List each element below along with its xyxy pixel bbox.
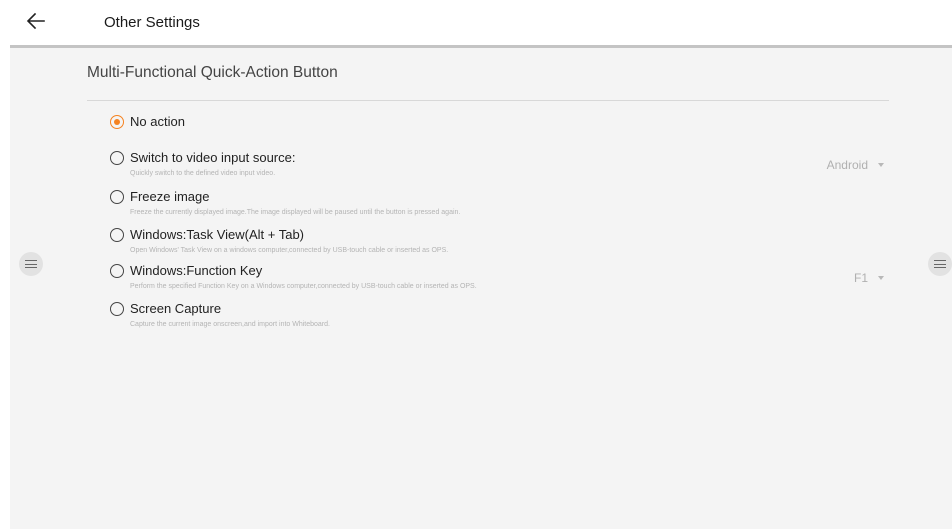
dropdown-value: Android [826,158,868,172]
option-label: Freeze image [130,189,210,204]
radio-screen-capture[interactable] [110,302,124,316]
settings-panel: Multi-Functional Quick-Action Button No … [10,48,952,529]
option-description: Capture the current image onscreen,and i… [130,321,330,328]
option-label: No action [130,114,185,129]
radio-task-view[interactable] [110,228,124,242]
video-source-dropdown[interactable]: Android [788,156,888,174]
arrow-left-icon [26,12,45,30]
function-key-dropdown[interactable]: F1 [808,269,888,287]
option-label: Windows:Task View(Alt + Tab) [130,227,305,242]
option-description: Quickly switch to the defined video inpu… [130,170,276,177]
option-description: Open Windows' Task View on a windows com… [130,247,449,254]
dropdown-value: F1 [853,271,868,285]
section-divider [87,100,889,101]
option-label: Switch to video input source: [130,150,296,165]
page-title: Other Settings [104,14,200,31]
radio-no-action[interactable] [110,115,124,129]
right-menu-handle[interactable] [928,252,952,276]
option-description: Perform the specified Function Key on a … [130,283,477,290]
caret-down-icon [878,163,884,167]
radio-freeze-image[interactable] [110,190,124,204]
menu-lines-icon [25,259,37,269]
caret-down-icon [878,276,884,280]
left-menu-handle[interactable] [19,252,43,276]
section-title: Multi-Functional Quick-Action Button [87,64,338,81]
radio-switch-video-source[interactable] [110,151,124,165]
back-button[interactable] [24,9,48,33]
option-label: Windows:Function Key [130,263,263,278]
menu-lines-icon [934,259,946,269]
option-description: Freeze the currently displayed image.The… [130,209,461,216]
top-bar: Other Settings [0,0,952,46]
option-label: Screen Capture [130,301,222,316]
radio-function-key[interactable] [110,264,124,278]
